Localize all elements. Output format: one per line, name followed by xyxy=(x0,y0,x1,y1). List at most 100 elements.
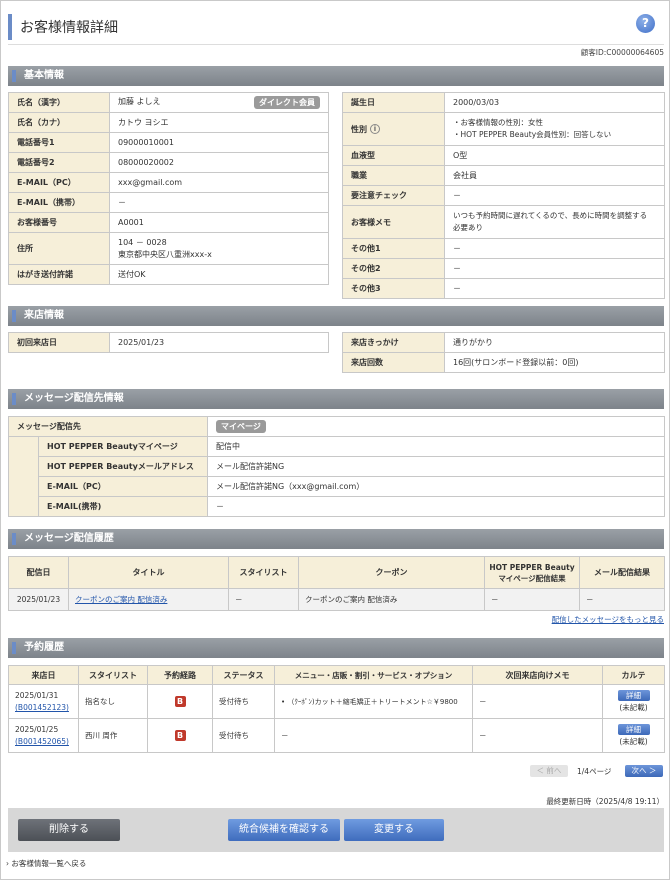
field-label: E-MAIL（携帯） xyxy=(8,192,110,213)
row-other-3: その他3 － xyxy=(342,278,665,299)
row-other-1: その他1 － xyxy=(342,238,665,259)
next-page-button[interactable]: 次へ ＞ xyxy=(625,765,663,777)
field-label: 要注意チェック xyxy=(342,185,445,206)
cell-status: 受付待ち xyxy=(212,718,275,753)
section-title: 予約履歴 xyxy=(24,642,64,653)
field-label: その他1 xyxy=(342,238,445,259)
row-customer-number: お客様番号 A0001 xyxy=(8,212,329,233)
col-header-stylist: スタイリスト xyxy=(78,665,148,685)
karte-detail-button[interactable]: 詳細 xyxy=(617,723,650,735)
field-label: 来店回数 xyxy=(342,352,445,373)
cell-stylist: 指名なし xyxy=(78,684,148,719)
first-visit-value: 2025/01/23 xyxy=(109,332,329,353)
field-label: E-MAIL（PC） xyxy=(38,476,208,497)
email-pc-dest-value: メール配信許諾NG（xxx@gmail.com） xyxy=(207,476,665,497)
row-phone-1: 電話番号1 09000010001 xyxy=(8,132,329,153)
more-messages-link[interactable]: 配信したメッセージをもっと見る xyxy=(552,614,664,625)
table-header-row: 来店日 スタイリスト 予約経路 ステータス メニュー・店販・割引・サービス・オプ… xyxy=(8,665,665,685)
field-label: お客様メモ xyxy=(342,205,445,239)
row-other-2: その他2 － xyxy=(342,258,665,279)
message-history-table: 配信日 タイトル スタイリスト クーポン HOT PEPPER Beauty マ… xyxy=(8,556,665,611)
prev-page-button[interactable]: ＜ 前へ xyxy=(530,765,568,777)
mypage-badge: マイページ xyxy=(216,420,266,433)
delete-button[interactable]: 削除する xyxy=(18,819,120,841)
row-postcard-permission: はがき送付許諾 送付OK xyxy=(8,264,329,285)
name-kana-value: カトウ ヨシエ xyxy=(109,112,329,133)
indent-cell xyxy=(8,436,39,517)
row-occupation: 職業 会社員 xyxy=(342,165,665,186)
row-address: 住所 104 － 0028 東京都中央区八重洲xxx-x xyxy=(8,232,329,265)
col-header-karte: カルテ xyxy=(602,665,665,685)
message-title-link[interactable]: クーポンのご案内 配信済み xyxy=(75,595,167,604)
row-email-mobile-dest: E-MAIL(携帯) － xyxy=(9,496,665,517)
page-indicator: 1/4ページ xyxy=(577,767,612,776)
field-label: 来店きっかけ xyxy=(342,332,445,353)
other-1-value: － xyxy=(444,238,665,259)
visit-trigger-value: 通りがかり xyxy=(444,332,665,353)
reservation-history-table: 来店日 スタイリスト 予約経路 ステータス メニュー・店販・割引・サービス・オプ… xyxy=(8,665,665,753)
gender-hpb-value: ・HOT PEPPER Beauty会員性別：回答しない xyxy=(453,130,612,139)
field-label: 血液型 xyxy=(342,145,445,166)
phone-1-value: 09000010001 xyxy=(109,132,329,153)
section-basic-info: 基本情報 xyxy=(8,66,664,86)
email-mobile-dest-value: － xyxy=(207,496,665,517)
col-header-title: タイトル xyxy=(68,556,229,589)
gender-customer-value: ・お客様情報の性別：女性 xyxy=(453,118,543,127)
field-label: 職業 xyxy=(342,165,445,186)
back-to-list-link[interactable]: › お客様情報一覧へ戻る xyxy=(6,858,86,869)
email-mobile-value: － xyxy=(109,192,329,213)
table-header-row: 配信日 タイトル スタイリスト クーポン HOT PEPPER Beauty マ… xyxy=(8,556,665,589)
page-header: お客様情報詳細 ? xyxy=(8,8,663,42)
beauty-route-icon: B xyxy=(174,730,186,741)
row-first-visit: 初回来店日 2025/01/23 xyxy=(8,332,329,353)
last-updated: 最終更新日時（2025/4/8 19:11） xyxy=(546,797,664,806)
check-merge-candidates-button[interactable]: 統合候補を確認する xyxy=(228,819,340,841)
postcard-permission-value: 送付OK xyxy=(109,264,329,285)
row-hpb-mypage: HOT PEPPER Beautyマイページ 配信中 xyxy=(8,436,665,517)
section-accent xyxy=(12,70,16,82)
field-label: 電話番号1 xyxy=(8,132,110,153)
col-header-mypage-result: マイページ配信結果 xyxy=(498,573,566,583)
phone-2-value: 08000020002 xyxy=(109,152,329,173)
basic-info-right-table: 誕生日 2000/03/03 性別 i ・お客様情報の性別：女性 ・HOT PEP… xyxy=(342,92,665,299)
field-label: その他2 xyxy=(342,258,445,279)
visit-left-table: 初回来店日 2025/01/23 xyxy=(8,332,329,353)
col-header-stylist: スタイリスト xyxy=(228,556,299,589)
customer-number-value: A0001 xyxy=(109,212,329,233)
row-caution-check: 要注意チェック － xyxy=(342,185,665,206)
cell-visit-date: 2025/01/25 xyxy=(15,724,59,734)
section-accent xyxy=(12,642,16,654)
change-button[interactable]: 変更する xyxy=(344,819,444,841)
table-row: 2025/01/23 クーポンのご案内 配信済み － クーポンのご案内 配信済み… xyxy=(8,588,665,611)
hpb-mail-value: メール配信許諾NG xyxy=(207,456,665,477)
section-accent xyxy=(12,310,16,322)
row-message-dest: メッセージ配信先 マイページ xyxy=(8,416,665,437)
row-email-pc-dest: E-MAIL（PC） メール配信許諾NG（xxx@gmail.com） xyxy=(9,476,665,497)
help-icon[interactable]: ? xyxy=(636,14,655,33)
address-value: 東京都中央区八重洲xxx-x xyxy=(118,249,212,259)
cell-next-memo: － xyxy=(472,718,603,753)
reservation-id-link[interactable]: (B001452123) xyxy=(15,703,69,712)
header-divider xyxy=(8,44,664,45)
field-label: 氏名（漢字） xyxy=(8,92,110,113)
cell-menu: （ｸｰﾎﾟﾝ)カット＋縮毛矯正＋トリートメント☆￥9800 xyxy=(287,697,458,706)
section-title: メッセージ配信履歴 xyxy=(24,533,114,544)
field-label: 性別 xyxy=(351,124,367,134)
section-visit-info: 来店情報 xyxy=(8,306,664,326)
field-label: その他3 xyxy=(342,278,445,299)
karte-detail-button[interactable]: 詳細 xyxy=(617,689,650,701)
field-label: HOT PEPPER Beautyメールアドレス xyxy=(38,456,208,477)
customer-memo-value-cont: 必要あり xyxy=(453,223,483,232)
table-row: 2025/01/25 (B001452065) 西川 周作 B 受付待ち － －… xyxy=(8,718,665,753)
row-email-mobile: E-MAIL（携帯） － xyxy=(8,192,329,213)
row-birthday: 誕生日 2000/03/03 xyxy=(342,92,665,113)
basic-info-left-table: 氏名（漢字） 加藤 よしえ ダイレクト会員 氏名（カナ） カトウ ヨシエ 電話番… xyxy=(8,92,329,285)
row-email-pc: E-MAIL（PC） xxx@gmail.com xyxy=(8,172,329,193)
other-2-value: － xyxy=(444,258,665,279)
row-gender: 性別 i ・お客様情報の性別：女性 ・HOT PEPPER Beauty会員性別：… xyxy=(342,112,665,146)
birthday-value: 2000/03/03 xyxy=(444,92,665,113)
section-title: 基本情報 xyxy=(24,70,64,81)
reservation-id-link[interactable]: (B001452065) xyxy=(15,737,69,746)
info-icon[interactable]: i xyxy=(370,124,380,134)
message-destination-table: メッセージ配信先 マイページ HOT PEPPER Beautyマイページ 配信… xyxy=(8,416,665,517)
